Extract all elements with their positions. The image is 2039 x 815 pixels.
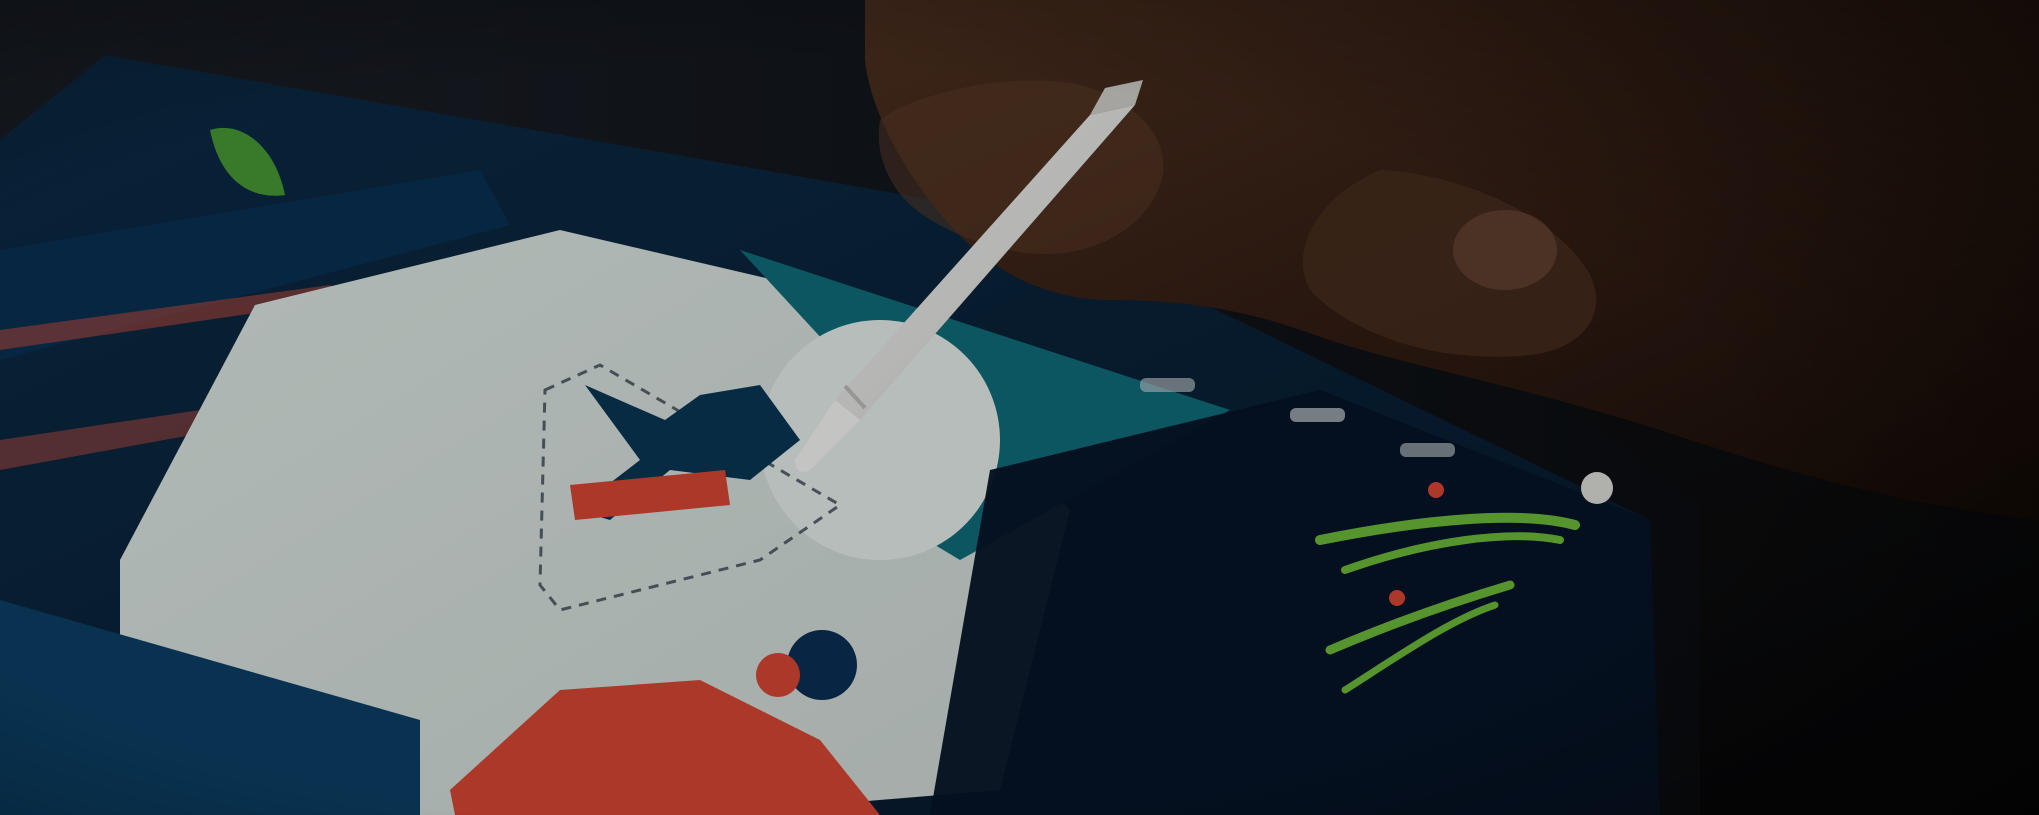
vignette — [0, 0, 2039, 815]
photo-illustration — [0, 0, 2039, 815]
photo-scene — [0, 0, 2039, 815]
